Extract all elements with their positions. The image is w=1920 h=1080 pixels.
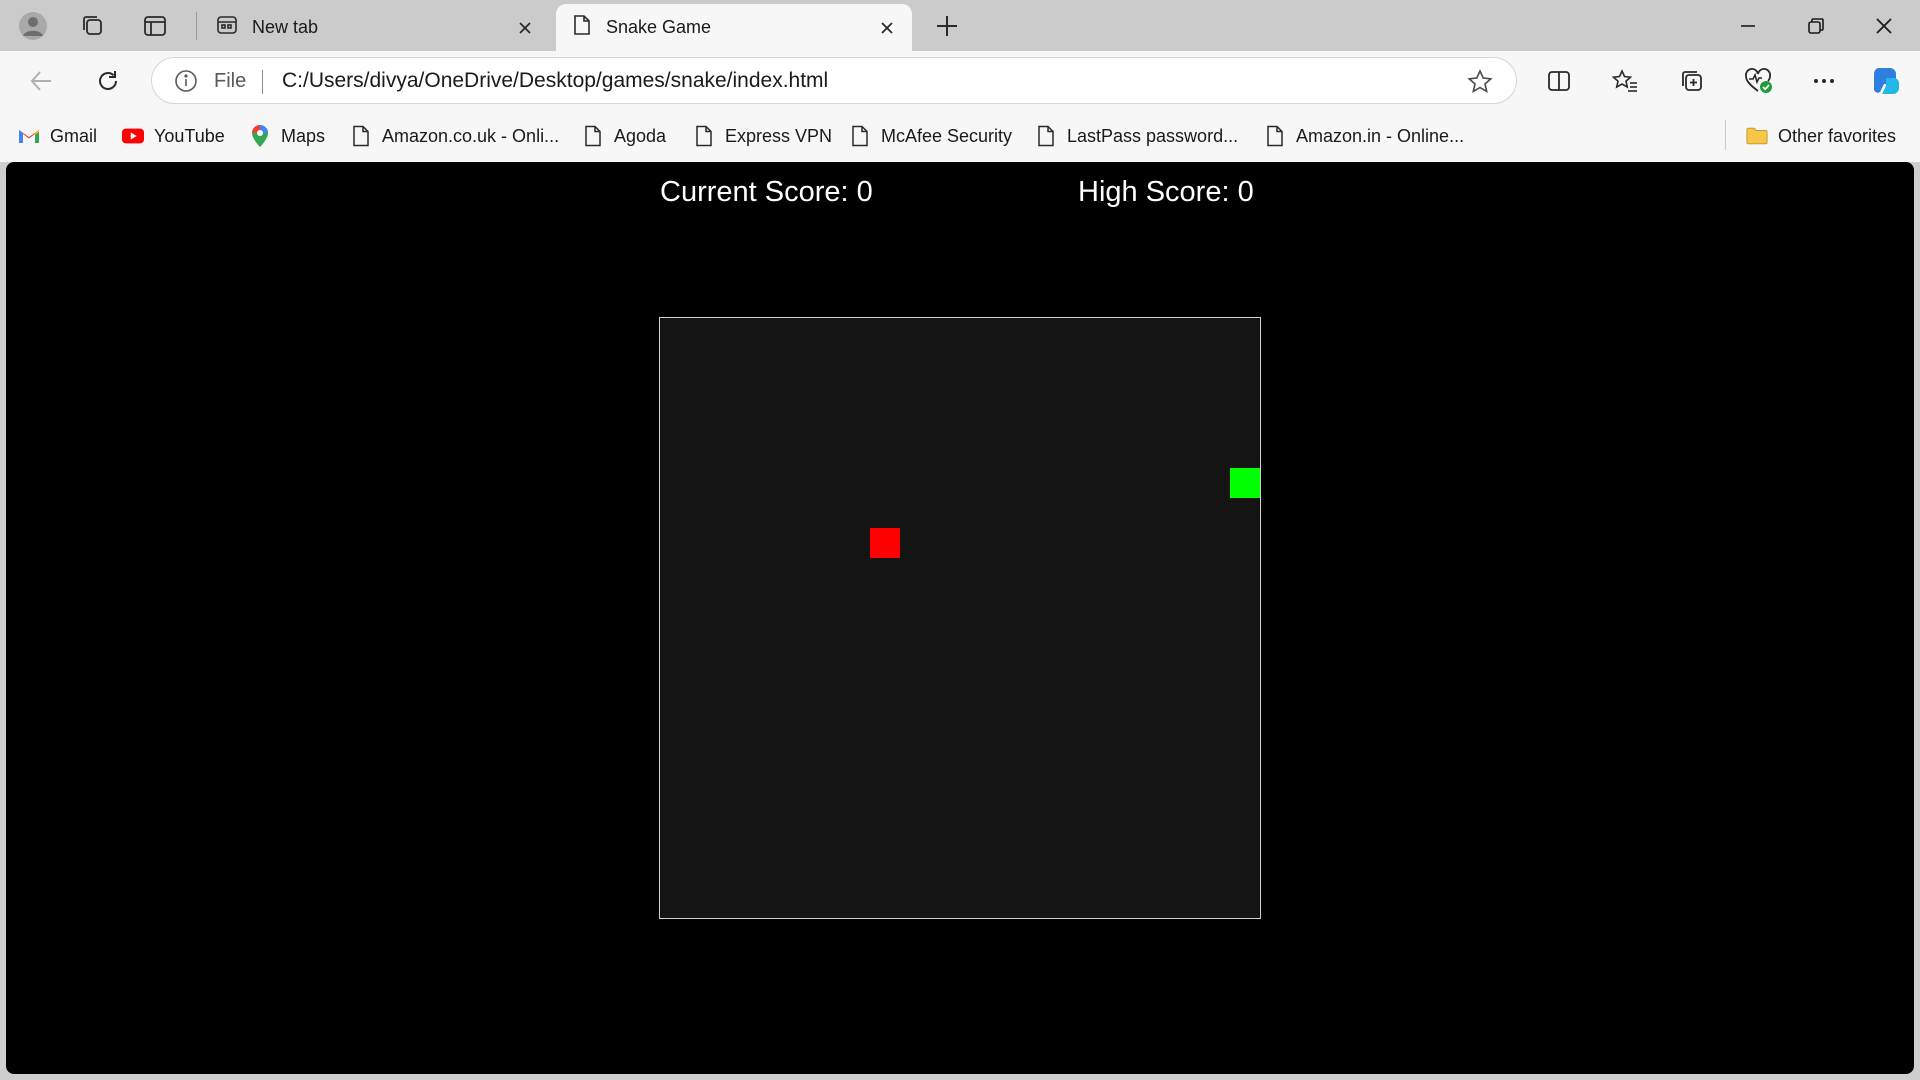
browser-essentials-icon[interactable]	[1740, 62, 1778, 100]
favorite-label: Maps	[281, 125, 326, 146]
favorites-icon[interactable]	[1606, 62, 1644, 100]
tab-separator	[196, 12, 197, 40]
close-window-icon[interactable]	[1850, 0, 1918, 51]
favorite-youtube[interactable]: YouTube	[122, 122, 225, 150]
browser-window: New tab Snake Game File C:/Users/divya/O…	[0, 0, 1920, 1080]
page-icon	[582, 125, 604, 147]
page-viewport: Current Score: 0 High Score: 0	[6, 162, 1914, 1074]
maps-icon	[249, 125, 271, 147]
page-icon	[572, 14, 592, 41]
favorite-amazon-in[interactable]: Amazon.in - Online...	[1264, 122, 1464, 150]
favorite-express-vpn[interactable]: Express VPN	[693, 122, 832, 150]
favorites-separator	[1725, 120, 1726, 150]
favorite-label: Amazon.co.uk - Onli...	[382, 125, 560, 146]
add-favorite-star-icon[interactable]	[1466, 68, 1494, 96]
page-icon	[693, 125, 715, 147]
favorite-label: LastPass password...	[1067, 125, 1239, 146]
favorite-label: Amazon.in - Online...	[1296, 125, 1465, 146]
close-tab-icon[interactable]	[510, 13, 540, 43]
favorite-label: Express VPN	[725, 125, 833, 146]
youtube-icon	[122, 125, 144, 147]
split-screen-icon[interactable]	[1540, 62, 1578, 100]
page-icon	[849, 125, 871, 147]
food-block	[870, 528, 900, 558]
favorite-label: Gmail	[50, 125, 98, 146]
profile-avatar-icon[interactable]	[16, 9, 50, 43]
favorite-maps[interactable]: Maps	[249, 122, 325, 150]
tab-new-tab[interactable]: New tab	[200, 4, 550, 51]
navigation-toolbar: File C:/Users/divya/OneDrive/Desktop/gam…	[0, 51, 1920, 110]
tab-bar: New tab Snake Game	[0, 0, 1920, 51]
page-icon	[1035, 125, 1057, 147]
close-tab-icon[interactable]	[872, 13, 902, 43]
tab-snake-game[interactable]: Snake Game	[556, 4, 912, 51]
new-tab-button[interactable]	[930, 9, 964, 43]
favorite-agoda[interactable]: Agoda	[582, 122, 666, 150]
favorite-label: McAfee Security	[881, 125, 1013, 146]
scheme-label: File	[214, 70, 247, 92]
minimize-icon[interactable]	[1714, 0, 1782, 51]
new-tab-page-icon	[216, 14, 238, 41]
back-arrow-icon[interactable]	[22, 62, 60, 100]
favorite-amazon-co-uk[interactable]: Amazon.co.uk - Onli...	[350, 122, 559, 150]
favorite-gmail[interactable]: Gmail	[18, 122, 97, 150]
more-options-icon[interactable]	[1805, 62, 1843, 100]
favorite-label: YouTube	[154, 125, 225, 146]
tab-label: New tab	[252, 17, 319, 37]
other-favorites-label: Other favorites	[1778, 125, 1897, 146]
snake-head	[1230, 468, 1260, 498]
page-icon	[1264, 125, 1286, 147]
current-score: Current Score: 0	[660, 176, 873, 208]
site-info-icon[interactable]	[174, 69, 198, 93]
page-icon	[350, 125, 372, 147]
refresh-icon[interactable]	[89, 62, 127, 100]
favorite-lastpass[interactable]: LastPass password...	[1035, 122, 1238, 150]
copilot-icon[interactable]	[1866, 62, 1904, 100]
favorite-mcafee[interactable]: McAfee Security	[849, 122, 1012, 150]
gmail-icon	[18, 125, 40, 147]
vertical-tabs-icon[interactable]	[138, 9, 172, 43]
other-favorites-folder[interactable]: Other favorites	[1746, 122, 1896, 150]
favorites-bar: Gmail YouTube Maps Amazon.co.uk - Onli..…	[0, 110, 1920, 162]
workspaces-icon[interactable]	[76, 9, 110, 43]
favorite-label: Agoda	[614, 125, 667, 146]
high-score: High Score: 0	[1078, 176, 1254, 208]
folder-icon	[1746, 125, 1768, 147]
restore-icon[interactable]	[1782, 0, 1850, 51]
tab-label: Snake Game	[606, 17, 712, 37]
collections-icon[interactable]	[1673, 62, 1711, 100]
game-board[interactable]	[659, 317, 1261, 919]
address-divider	[262, 70, 263, 94]
url-text[interactable]: C:/Users/divya/OneDrive/Desktop/games/sn…	[282, 69, 828, 93]
address-bar[interactable]: File C:/Users/divya/OneDrive/Desktop/gam…	[151, 57, 1517, 104]
